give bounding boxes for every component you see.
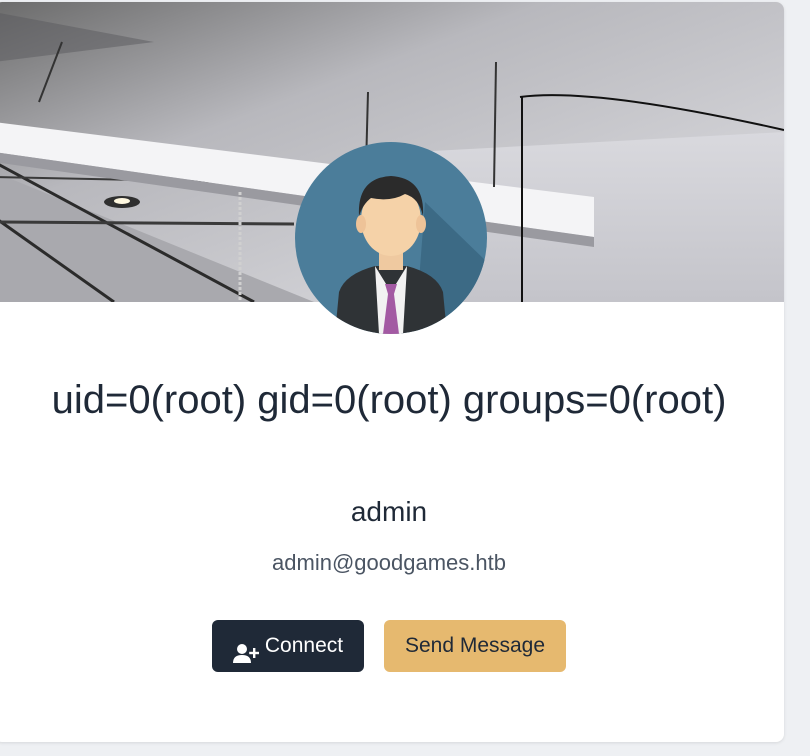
avatar bbox=[295, 142, 487, 334]
connect-label: Connect bbox=[264, 634, 344, 657]
connect-button[interactable]: Connect bbox=[212, 620, 364, 672]
profile-actions: Connect Send Message bbox=[0, 620, 784, 672]
profile-username: admin bbox=[350, 496, 428, 527]
profile-name: uid=0(root) gid=0(root) groups=0(root) bbox=[51, 378, 727, 422]
user-plus-icon bbox=[232, 633, 260, 664]
profile-card: uid=0(root) gid=0(root) groups=0(root) a… bbox=[0, 2, 784, 742]
send-message-button[interactable]: Send Message bbox=[384, 620, 566, 672]
profile-email: admin@goodgames.htb bbox=[272, 550, 506, 575]
